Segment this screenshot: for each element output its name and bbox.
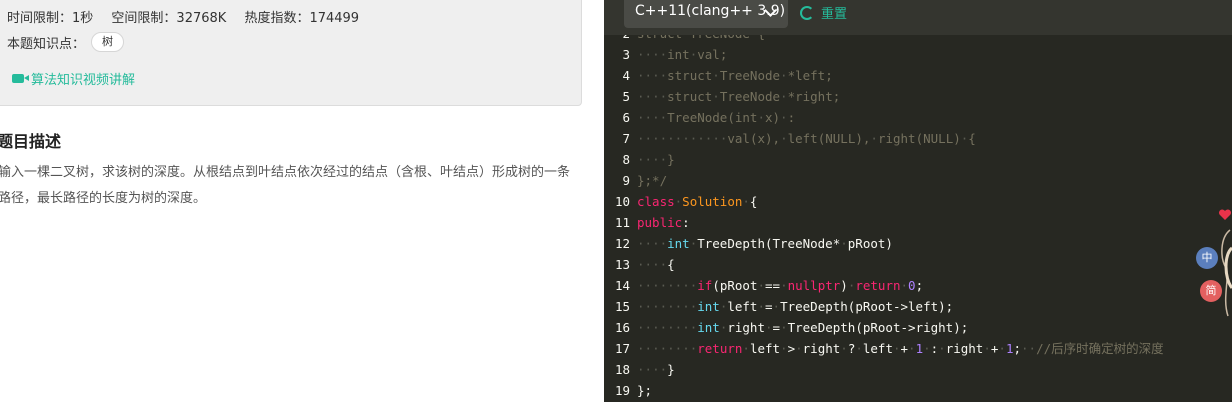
code-line[interactable]: 13 ····{ <box>604 254 1232 275</box>
code-line[interactable]: 6 ····TreeNode(int·x)·: <box>604 107 1232 128</box>
line-number: 7 <box>622 131 630 146</box>
code-line[interactable]: 3 ····int·val; <box>604 44 1232 65</box>
code-text: ····struct·TreeNode·*right; <box>637 89 841 104</box>
code-text: };*/ <box>637 173 668 188</box>
video-camera-icon <box>12 74 29 83</box>
line-number: 13 <box>614 257 630 272</box>
code-text: ····} <box>637 152 675 167</box>
line-number: 15 <box>614 299 630 314</box>
editor-toolbar: C++11(clang++ 3.9) 重置 <box>604 0 1232 35</box>
code-line[interactable]: 8 ····} <box>604 149 1232 170</box>
code-editor[interactable]: 2struct·TreeNode·{3····int·val;4····stru… <box>604 23 1232 401</box>
video-explanation-link[interactable]: 算法知识视频讲解 <box>12 69 135 88</box>
knowledge-tag[interactable]: 树 <box>91 32 125 52</box>
language-select[interactable]: C++11(clang++ 3.9) <box>624 0 788 28</box>
chinese-mode-badge[interactable]: 中 <box>1196 247 1218 269</box>
description-body: 输入一棵二叉树，求该树的深度。从根结点到叶结点依次经过的结点（含根、叶结点）形成… <box>0 165 571 206</box>
space-limit: 空间限制：32768K <box>111 11 227 26</box>
code-text: ········if(pRoot·==·nullptr)·return·0; <box>637 278 924 293</box>
line-number: 16 <box>614 320 630 335</box>
code-line[interactable]: 15 ········int·left·=·TreeDepth(pRoot->le… <box>604 296 1232 317</box>
code-line[interactable]: 18 ····} <box>604 359 1232 380</box>
code-text: ····TreeNode(int·x)·: <box>637 110 796 125</box>
problem-meta: 时间限制：1秒 空间限制：32768K 热度指数：174499 <box>7 7 373 26</box>
code-text: ····struct·TreeNode·*left; <box>637 68 833 83</box>
heat-index: 热度指数：174499 <box>244 11 360 26</box>
code-line[interactable]: 19}; <box>604 380 1232 401</box>
code-line[interactable]: 9 };*/ <box>604 170 1232 191</box>
code-text: ····} <box>637 362 675 377</box>
code-line[interactable]: 12 ····int·TreeDepth(TreeNode*·pRoot) <box>604 233 1232 254</box>
code-text: ········int·right·=·TreeDepth(pRoot->rig… <box>637 320 969 335</box>
reset-label: 重置 <box>821 7 848 22</box>
code-text: ············val(x),·left(NULL),·right(NU… <box>637 131 976 146</box>
description-title: 题目描述 <box>0 132 62 151</box>
problem-panel: 时间限制：1秒 空间限制：32768K 热度指数：174499 本题知识点： 树… <box>0 0 588 402</box>
line-number: 8 <box>622 152 630 167</box>
code-text: ········int·left·=·TreeDepth(pRoot->left… <box>637 299 954 314</box>
line-number: 17 <box>614 341 630 356</box>
code-text: ········return·left·>·right·?·left·+·1·:… <box>637 341 1164 356</box>
code-line[interactable]: 14 ········if(pRoot·==·nullptr)·return·0; <box>604 275 1232 296</box>
simplified-mode-badge[interactable]: 简 <box>1200 280 1222 302</box>
line-number: 5 <box>622 89 630 104</box>
refresh-icon <box>800 5 814 20</box>
video-link-label: 算法知识视频讲解 <box>31 73 136 88</box>
line-number: 19 <box>614 383 630 398</box>
mascot-decoration <box>1221 229 1232 317</box>
code-editor-panel: 2struct·TreeNode·{3····int·val;4····stru… <box>604 0 1232 402</box>
code-text: class·Solution·{ <box>637 194 758 209</box>
language-value: C++11(clang++ 3.9) <box>635 3 786 19</box>
reset-button[interactable]: 重置 <box>800 3 847 22</box>
line-number: 9 <box>622 173 630 188</box>
code-text: }; <box>637 383 653 398</box>
code-line[interactable]: 11 public: <box>604 212 1232 233</box>
line-number: 14 <box>614 278 630 293</box>
line-number: 3 <box>622 47 630 62</box>
code-line[interactable]: 16 ········int·right·=·TreeDepth(pRoot->r… <box>604 317 1232 338</box>
problem-info-box: 时间限制：1秒 空间限制：32768K 热度指数：174499 本题知识点： 树… <box>0 0 582 106</box>
line-number: 10 <box>614 194 630 209</box>
line-number: 6 <box>622 110 630 125</box>
code-line[interactable]: 10 class·Solution·{ <box>604 191 1232 212</box>
line-number: 4 <box>622 68 630 83</box>
code-text: public: <box>637 215 690 230</box>
code-line[interactable]: 4 ····struct·TreeNode·*left; <box>604 65 1232 86</box>
line-number: 11 <box>614 215 630 230</box>
code-text: ····{ <box>637 257 675 272</box>
code-line[interactable]: 7 ············val(x),·left(NULL),·right(N… <box>604 128 1232 149</box>
knowledge-points: 本题知识点： 树 <box>7 32 125 52</box>
line-number: 18 <box>614 362 630 377</box>
knowledge-label: 本题知识点： <box>7 36 86 52</box>
heart-icon <box>1218 209 1232 220</box>
code-line[interactable]: 17 ········return·left·>·right·?·left·+·1… <box>604 338 1232 359</box>
code-line[interactable]: 5 ····struct·TreeNode·*right; <box>604 86 1232 107</box>
code-text: ····int·TreeDepth(TreeNode*·pRoot) <box>637 236 893 251</box>
line-number: 12 <box>614 236 630 251</box>
time-limit: 时间限制：1秒 <box>7 11 94 26</box>
code-text: ····int·val; <box>637 47 728 62</box>
